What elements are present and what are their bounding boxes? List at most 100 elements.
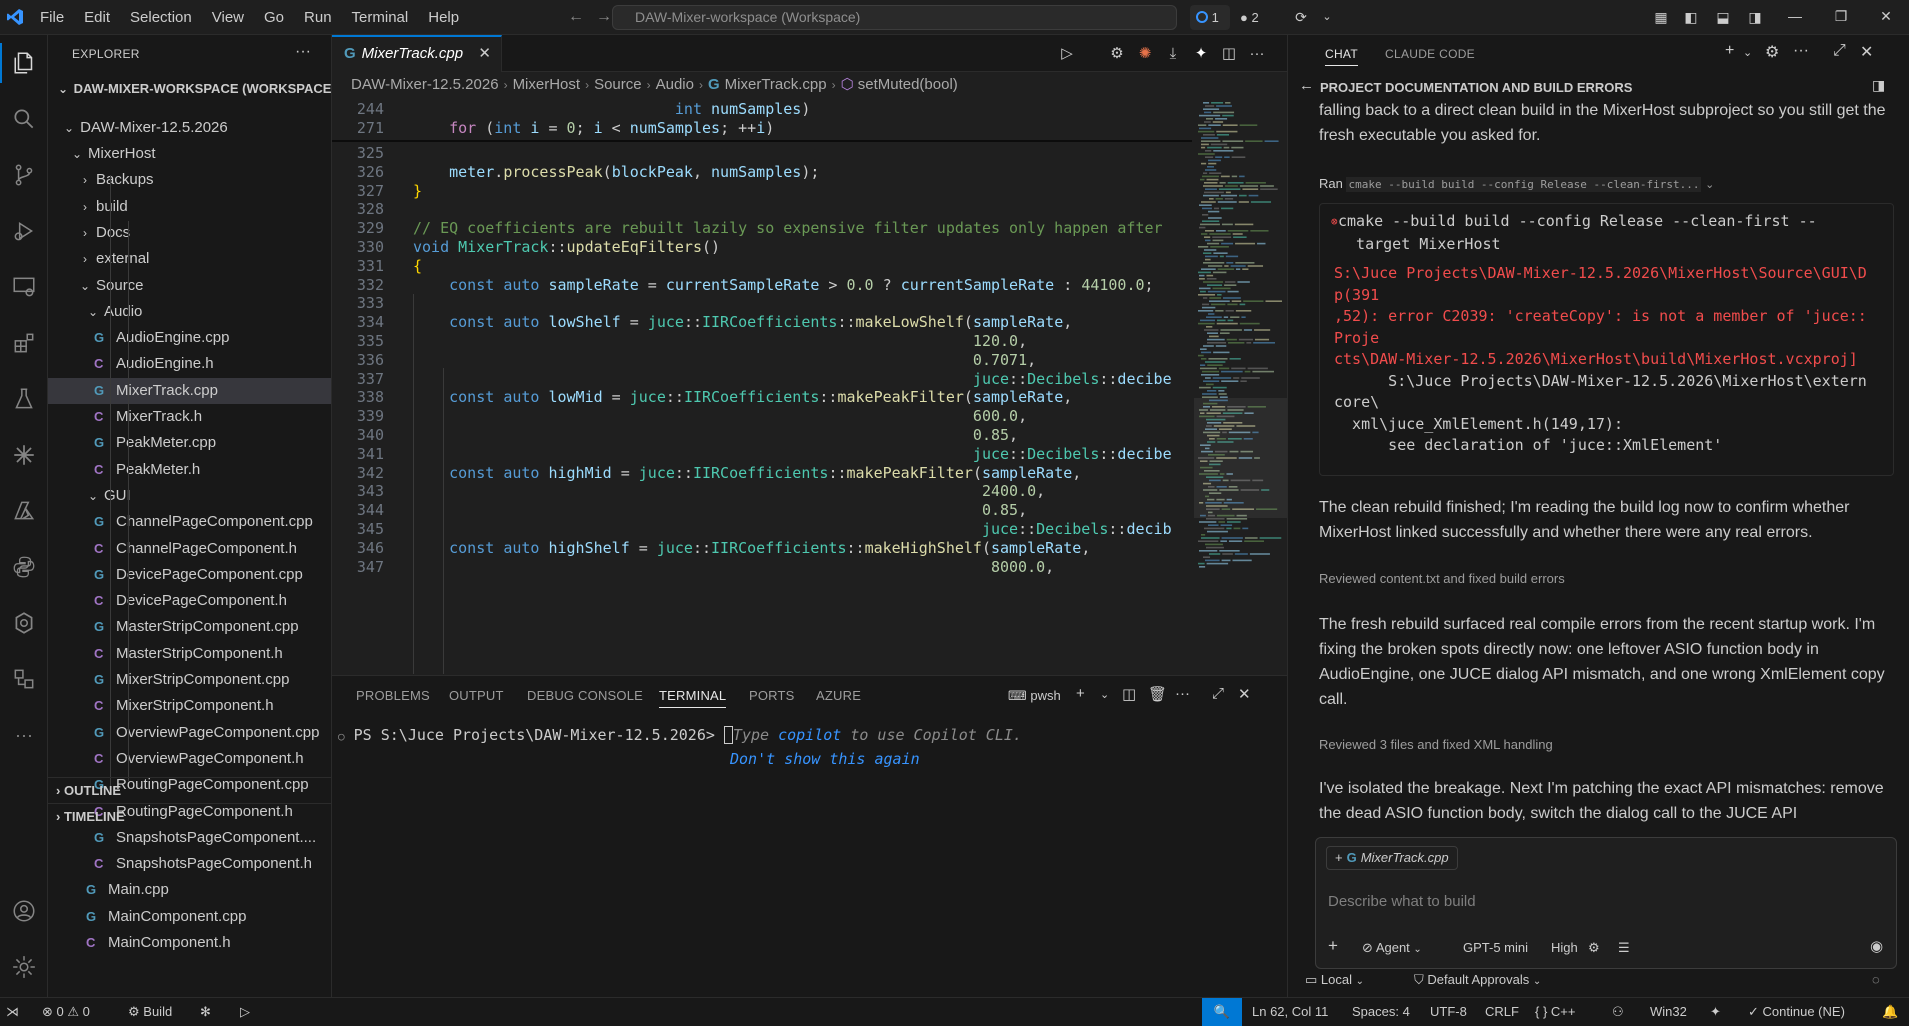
run-icon[interactable]: ▷ bbox=[240, 998, 250, 1026]
terminal-output[interactable]: ○ PS S:\Juce Projects\DAW-Mixer-12.5.202… bbox=[338, 724, 1022, 770]
claude-icon[interactable]: ✺ bbox=[1134, 44, 1156, 66]
command-center[interactable]: DAW-Mixer-workspace (Workspace) bbox=[612, 5, 1177, 30]
chat-input-box[interactable]: + G MixerTrack.cpp Describe what to build … bbox=[1315, 837, 1897, 969]
source-control-icon[interactable] bbox=[0, 155, 48, 195]
tree-folder[interactable]: › build bbox=[48, 194, 331, 220]
close-tab-icon[interactable]: ✕ bbox=[478, 37, 491, 71]
tree-folder[interactable]: ⌄ GUI bbox=[48, 483, 331, 509]
tree-folder[interactable]: ⌄ Audio bbox=[48, 299, 331, 325]
chevron-down-icon[interactable]: ⌄ bbox=[1100, 688, 1109, 701]
tab-debug-console[interactable]: DEBUG CONSOLE bbox=[527, 688, 643, 703]
breadcrumb-root[interactable]: DAW-Mixer-12.5.2026 bbox=[351, 76, 499, 93]
add-context-icon[interactable]: + bbox=[1328, 936, 1338, 956]
tree-file[interactable]: G PeakMeter.cpp bbox=[48, 430, 331, 456]
accounts-sync-icon[interactable]: ⟳ bbox=[1290, 6, 1312, 28]
tree-file[interactable]: G MasterStripComponent.cpp bbox=[48, 614, 331, 640]
sparkle-icon[interactable]: ✦ bbox=[1710, 998, 1721, 1026]
explorer-icon[interactable] bbox=[0, 43, 48, 83]
approvals-selector[interactable]: ⛉ Default Approvals ⌄ bbox=[1414, 972, 1541, 988]
tree-file[interactable]: G ChannelPageComponent.cpp bbox=[48, 509, 331, 535]
more-actions-icon[interactable]: ··· bbox=[1793, 42, 1809, 60]
tab-azure[interactable]: AZURE bbox=[816, 688, 861, 703]
tab-mixertrack-cpp[interactable]: G MixerTrack.cpp ✕ bbox=[332, 35, 502, 72]
more-views-icon[interactable]: ··· bbox=[0, 715, 48, 755]
tree-folder[interactable]: ⌄ MixerHost bbox=[48, 141, 331, 167]
chevron-down-icon[interactable]: ⌄ bbox=[1316, 6, 1338, 28]
notifications-bell-icon[interactable]: 🔔 bbox=[1882, 998, 1898, 1026]
remote-indicator-icon[interactable]: ⋊ bbox=[6, 998, 19, 1026]
tab-claude-code[interactable]: CLAUDE CODE bbox=[1385, 47, 1475, 61]
run-code-icon[interactable]: ▷ bbox=[1056, 44, 1078, 66]
tree-folder[interactable]: ⌄ Source bbox=[48, 273, 331, 299]
cursor-position[interactable]: Ln 62, Col 11 bbox=[1252, 998, 1328, 1026]
back-arrow-icon[interactable]: ← bbox=[1299, 77, 1314, 94]
azure-icon[interactable] bbox=[0, 491, 48, 531]
copilot-status[interactable]: 1 bbox=[1190, 5, 1230, 30]
tree-file[interactable]: G MixerStripComponent.cpp bbox=[48, 667, 331, 693]
notification-count[interactable]: ● 2 bbox=[1240, 5, 1259, 30]
settings-gear-icon[interactable]: ⚙ bbox=[1106, 44, 1128, 66]
chat-input[interactable]: Describe what to build bbox=[1328, 893, 1476, 910]
minimize-button[interactable]: — bbox=[1772, 0, 1818, 35]
download-icon[interactable]: ⤓ bbox=[1162, 44, 1184, 66]
breadcrumb-source[interactable]: Source bbox=[594, 76, 642, 93]
more-actions-icon[interactable]: ··· bbox=[295, 43, 311, 61]
end-of-line[interactable]: CRLF bbox=[1485, 998, 1519, 1026]
tab-problems[interactable]: PROBLEMS bbox=[356, 688, 430, 703]
tree-folder[interactable]: › Docs bbox=[48, 220, 331, 246]
breadcrumb-audio[interactable]: Audio bbox=[656, 76, 694, 93]
reviewed-row-1[interactable]: Reviewed content.txt and fixed build err… bbox=[1319, 571, 1565, 586]
close-panel-icon[interactable]: ✕ bbox=[1238, 685, 1251, 703]
tree-folder[interactable]: › Backups bbox=[48, 167, 331, 193]
attached-file-chip[interactable]: + G MixerTrack.cpp bbox=[1326, 846, 1458, 870]
sidebar-toggle-icon[interactable]: ◨ bbox=[1872, 77, 1885, 94]
menu-selection[interactable]: Selection bbox=[120, 0, 202, 35]
tree-file[interactable]: G MainComponent.cpp bbox=[48, 904, 331, 930]
mode-selector[interactable]: ⊘ Agent ⌄ bbox=[1362, 940, 1422, 956]
breadcrumb-mixerhost[interactable]: MixerHost bbox=[513, 76, 581, 93]
minimap[interactable] bbox=[1194, 98, 1287, 675]
tab-ports[interactable]: PORTS bbox=[749, 688, 795, 703]
claude-spark-icon[interactable] bbox=[0, 435, 48, 475]
account-icon[interactable] bbox=[0, 891, 48, 931]
menu-file[interactable]: File bbox=[30, 0, 74, 35]
effort-selector[interactable]: High bbox=[1551, 940, 1578, 955]
tree-file[interactable]: C ChannelPageComponent.h bbox=[48, 536, 331, 562]
restore-button[interactable]: ❐ bbox=[1818, 0, 1864, 35]
trash-icon[interactable]: 🗑 bbox=[1148, 685, 1167, 703]
build-button[interactable]: ⚙ Build bbox=[128, 998, 172, 1026]
run-debug-icon[interactable] bbox=[0, 211, 48, 251]
location-selector[interactable]: ▭ Local ⌄ bbox=[1305, 972, 1364, 988]
menu-go[interactable]: Go bbox=[254, 0, 294, 35]
openai-icon[interactable] bbox=[0, 603, 48, 643]
continue-status[interactable]: ✓ Continue (NE) bbox=[1748, 998, 1845, 1026]
tools-config-icon[interactable]: ⚙ bbox=[1588, 940, 1600, 956]
breadcrumb-symbol[interactable]: setMuted(bool) bbox=[858, 76, 958, 93]
containers-icon[interactable] bbox=[0, 659, 48, 699]
tab-chat[interactable]: CHAT bbox=[1325, 47, 1358, 66]
copilot-status-icon[interactable]: ⚇ bbox=[1612, 998, 1624, 1026]
close-chat-icon[interactable]: ✕ bbox=[1860, 42, 1873, 62]
indentation[interactable]: Spaces: 4 bbox=[1352, 998, 1410, 1026]
testing-flask-icon[interactable] bbox=[0, 379, 48, 419]
zoom-icon[interactable]: 🔍 bbox=[1202, 998, 1242, 1026]
tree-file[interactable]: G Main.cpp bbox=[48, 877, 331, 903]
tree-file[interactable]: C DevicePageComponent.h bbox=[48, 588, 331, 614]
ran-command-row[interactable]: Ran cmake --build build --config Release… bbox=[1319, 176, 1714, 192]
tree-root-folder[interactable]: ⌄ DAW-Mixer-12.5.2026 bbox=[48, 115, 331, 141]
maximize-panel-icon[interactable]: ⤢ bbox=[1212, 685, 1224, 702]
more-actions-icon[interactable]: ··· bbox=[1246, 44, 1268, 66]
split-terminal-icon[interactable]: ◫ bbox=[1122, 685, 1136, 703]
language-mode[interactable]: { } C++ bbox=[1535, 998, 1576, 1026]
tree-file[interactable]: C MixerStripComponent.h bbox=[48, 693, 331, 719]
toggle-panel-icon[interactable]: ⬓ bbox=[1712, 6, 1734, 28]
split-editor-icon[interactable]: ◫ bbox=[1218, 44, 1240, 66]
tree-file[interactable]: G MixerTrack.cpp bbox=[48, 377, 331, 404]
remote-explorer-icon[interactable] bbox=[0, 267, 48, 307]
new-chat-icon[interactable]: + bbox=[1725, 42, 1734, 60]
search-icon[interactable] bbox=[0, 99, 48, 139]
encoding[interactable]: UTF-8 bbox=[1430, 998, 1467, 1026]
platform-config[interactable]: Win32 bbox=[1650, 998, 1687, 1026]
debug-bug-icon[interactable]: ✻ bbox=[200, 998, 211, 1026]
tree-file[interactable]: C MixerTrack.h bbox=[48, 404, 331, 430]
